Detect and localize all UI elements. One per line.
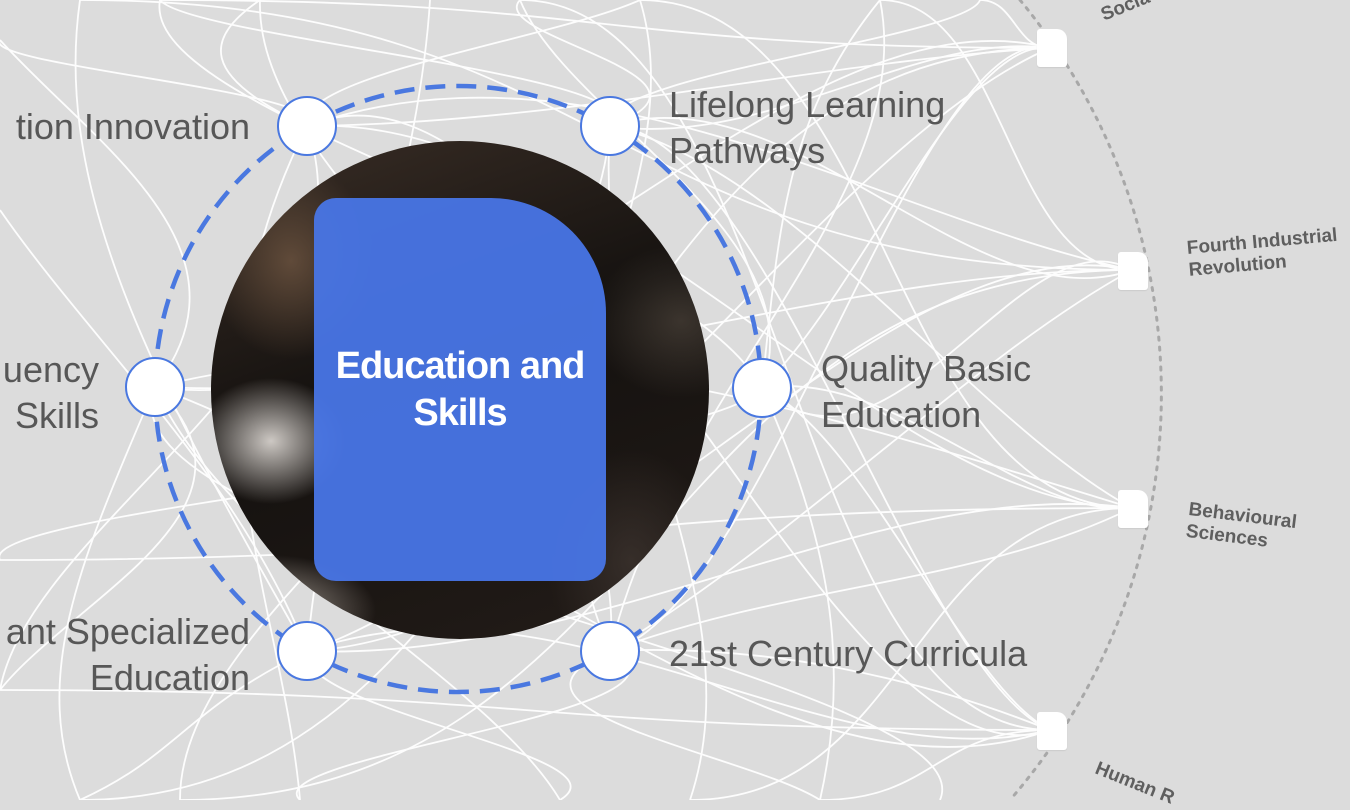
topic-label-line: Pathways [669,130,826,171]
topic-node-specialized[interactable] [277,621,337,681]
connector-curve [58,386,156,800]
topic-label-line: Education [821,394,982,435]
topic-label-line: Lifelong Learning [669,84,946,125]
topic-label-line: Quality Basic [821,348,1032,389]
topic-label-line: uency [2,349,99,390]
topic-node-curricula[interactable] [580,621,640,681]
topic-label-line: tion Innovation [15,106,250,147]
connector-curve [306,650,572,800]
outer-ring-arc [1008,0,1163,800]
connector-curve [159,0,1051,49]
ring-node-behavioural[interactable] [1118,490,1148,528]
topic-label-innovation[interactable]: tion Innovation [16,104,250,150]
topic-node-lifelong[interactable] [580,96,640,156]
connector-curve [609,507,1133,652]
ring-node-social[interactable] [1037,29,1067,67]
topic-label-fluency[interactable]: uency Skills [3,347,99,439]
center-card[interactable]: Education and Skills [314,198,606,581]
center-title: Education and Skills [335,344,586,434]
topic-label-specialized[interactable]: ant Specialized Education [6,609,250,701]
topic-label-line: Skills [14,395,99,436]
topic-node-fluency[interactable] [125,357,185,417]
topic-label-line: 21st Century Curricula [669,633,1028,674]
topic-label-basic[interactable]: Quality Basic Education [821,346,1031,438]
topic-label-line: ant Specialized [5,611,250,652]
topic-label-lifelong[interactable]: Lifelong Learning Pathways [669,82,945,174]
topic-label-curricula[interactable]: 21st Century Curricula [669,631,1027,677]
connector-curve [295,650,630,800]
ring-node-fourth[interactable] [1118,252,1148,290]
topic-node-basic[interactable] [732,358,792,418]
connector-curve [761,0,881,389]
topic-label-line: Education [89,657,250,698]
ring-node-human[interactable] [1037,712,1067,750]
topic-node-innovation[interactable] [277,96,337,156]
